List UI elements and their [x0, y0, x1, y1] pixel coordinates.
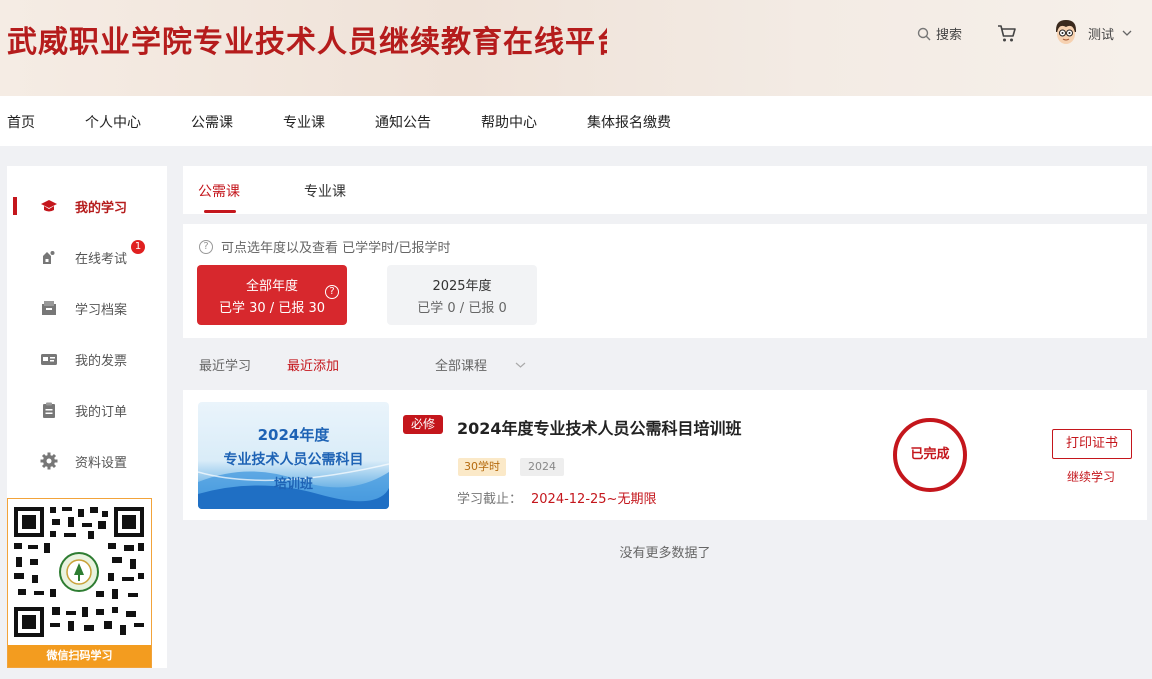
question-circle-icon[interactable]: ? [325, 285, 339, 299]
qr-caption: 微信扫码学习 [8, 645, 151, 667]
course-card: 2024年度 专业技术人员公需科目 培训班 必修 2024年度专业技术人员公需科… [183, 390, 1147, 520]
course-thumbnail[interactable]: 2024年度 专业技术人员公需科目 培训班 [198, 402, 389, 509]
sidebar-item-orders[interactable]: 我的订单 [7, 390, 167, 430]
sidebar-item-archive[interactable]: 学习档案 [7, 288, 167, 328]
site-header: 武威职业学院专业技术人员继续教育在线平台 搜索 测试 [0, 0, 1152, 96]
nav-public-courses[interactable]: 公需课 [191, 112, 233, 132]
order-icon [43, 402, 55, 418]
tab-professional-courses[interactable]: 专业课 [304, 181, 346, 201]
graduation-cap-icon [41, 200, 57, 212]
avatar [1056, 20, 1076, 44]
nav-help-center[interactable]: 帮助中心 [481, 112, 537, 132]
year-card-all[interactable]: 全部年度 已学 30 / 已报 30 ? [197, 265, 347, 325]
nav-notices[interactable]: 通知公告 [375, 112, 431, 132]
year-card-title: 2025年度 [432, 279, 492, 294]
sidebar-item-invoice[interactable]: 我的发票 [7, 339, 167, 379]
filter-recent-added[interactable]: 最近添加 [287, 355, 339, 374]
course-type-tabs: 公需课 专业课 [183, 166, 1147, 214]
invoice-icon [41, 354, 57, 365]
sidebar-item-my-study[interactable]: 我的学习 [7, 186, 167, 226]
deadline-label: 学习截止： [457, 492, 523, 507]
print-certificate-button[interactable]: 打印证书 [1052, 429, 1132, 459]
deadline-value: 2024-12-25~无期限 [531, 492, 657, 507]
tab-active-underline [204, 210, 236, 213]
nav-group-registration[interactable]: 集体报名缴费 [587, 112, 671, 132]
sort-filter-bar: 最近学习 最近添加 全部课程 [183, 348, 1147, 378]
year-card-stats: 已学 0 / 已报 0 [417, 301, 507, 316]
site-title[interactable]: 武威职业学院专业技术人员继续教育在线平台 [7, 17, 607, 61]
all-courses-label: 全部课程 [435, 359, 488, 374]
user-name: 测试 [1088, 27, 1115, 43]
sidebar: 我的学习 在线考试 1 学习档案 我的发票 我的订单 资料设置 微信扫码学习 [7, 166, 167, 668]
year-filter-panel: ? 可点选年度以及查看 已学学时/已报学时 全部年度 已学 30 / 已报 30… [183, 224, 1147, 338]
nav-home[interactable]: 首页 [7, 112, 35, 132]
course-title[interactable]: 2024年度专业技术人员公需科目培训班 [457, 415, 742, 439]
sidebar-item-label: 我的订单 [75, 404, 128, 420]
user-menu[interactable]: 测试 [1052, 18, 1132, 48]
thumb-line-3: 培训班 [273, 477, 313, 492]
exam-count-badge: 1 [131, 240, 145, 254]
search-label: 搜索 [936, 28, 963, 43]
tab-public-courses[interactable]: 公需课 [198, 181, 240, 201]
year-card-stats: 已学 30 / 已报 30 [219, 301, 325, 316]
all-courses-dropdown[interactable]: 全部课程 [435, 355, 526, 374]
cart-icon[interactable] [996, 22, 1018, 44]
sidebar-item-label: 在线考试 [75, 251, 128, 267]
year-hint: ? 可点选年度以及查看 已学学时/已报学时 [199, 237, 451, 256]
gear-icon [40, 452, 58, 470]
chevron-down-icon [1122, 30, 1132, 36]
sidebar-item-label: 我的发票 [75, 353, 128, 369]
main-nav: 首页 个人中心 公需课 专业课 通知公告 帮助中心 集体报名缴费 [0, 96, 1152, 146]
completed-stamp: 已完成 [893, 418, 967, 492]
search-icon [917, 27, 931, 40]
chevron-down-icon [515, 362, 526, 368]
sidebar-item-label: 我的学习 [75, 200, 128, 216]
year-card-2025[interactable]: 2025年度 已学 0 / 已报 0 [387, 265, 537, 325]
sidebar-item-label: 资料设置 [75, 455, 128, 471]
hours-tag: 30学时 [458, 458, 506, 476]
year-tag: 2024 [520, 458, 564, 476]
year-hint-text: 可点选年度以及查看 已学学时/已报学时 [221, 241, 451, 256]
exam-icon [43, 251, 55, 264]
sidebar-item-settings[interactable]: 资料设置 [7, 441, 167, 481]
sidebar-item-label: 学习档案 [75, 302, 128, 318]
thumb-line-2: 专业技术人员公需科目 [223, 452, 364, 468]
required-badge: 必修 [403, 415, 443, 434]
filter-recent-study[interactable]: 最近学习 [199, 355, 251, 374]
continue-study-link[interactable]: 继续学习 [1067, 468, 1115, 485]
no-more-data-text: 没有更多数据了 [619, 546, 711, 561]
nav-professional-courses[interactable]: 专业课 [283, 112, 325, 132]
search-button[interactable]: 搜索 [917, 24, 962, 43]
archive-icon [42, 301, 56, 315]
thumb-line-1: 2024年度 [257, 426, 330, 444]
qr-code-image [8, 499, 151, 645]
wechat-qr-card: 微信扫码学习 [7, 498, 152, 668]
question-circle-icon: ? [199, 239, 213, 254]
nav-personal-center[interactable]: 个人中心 [85, 112, 141, 132]
